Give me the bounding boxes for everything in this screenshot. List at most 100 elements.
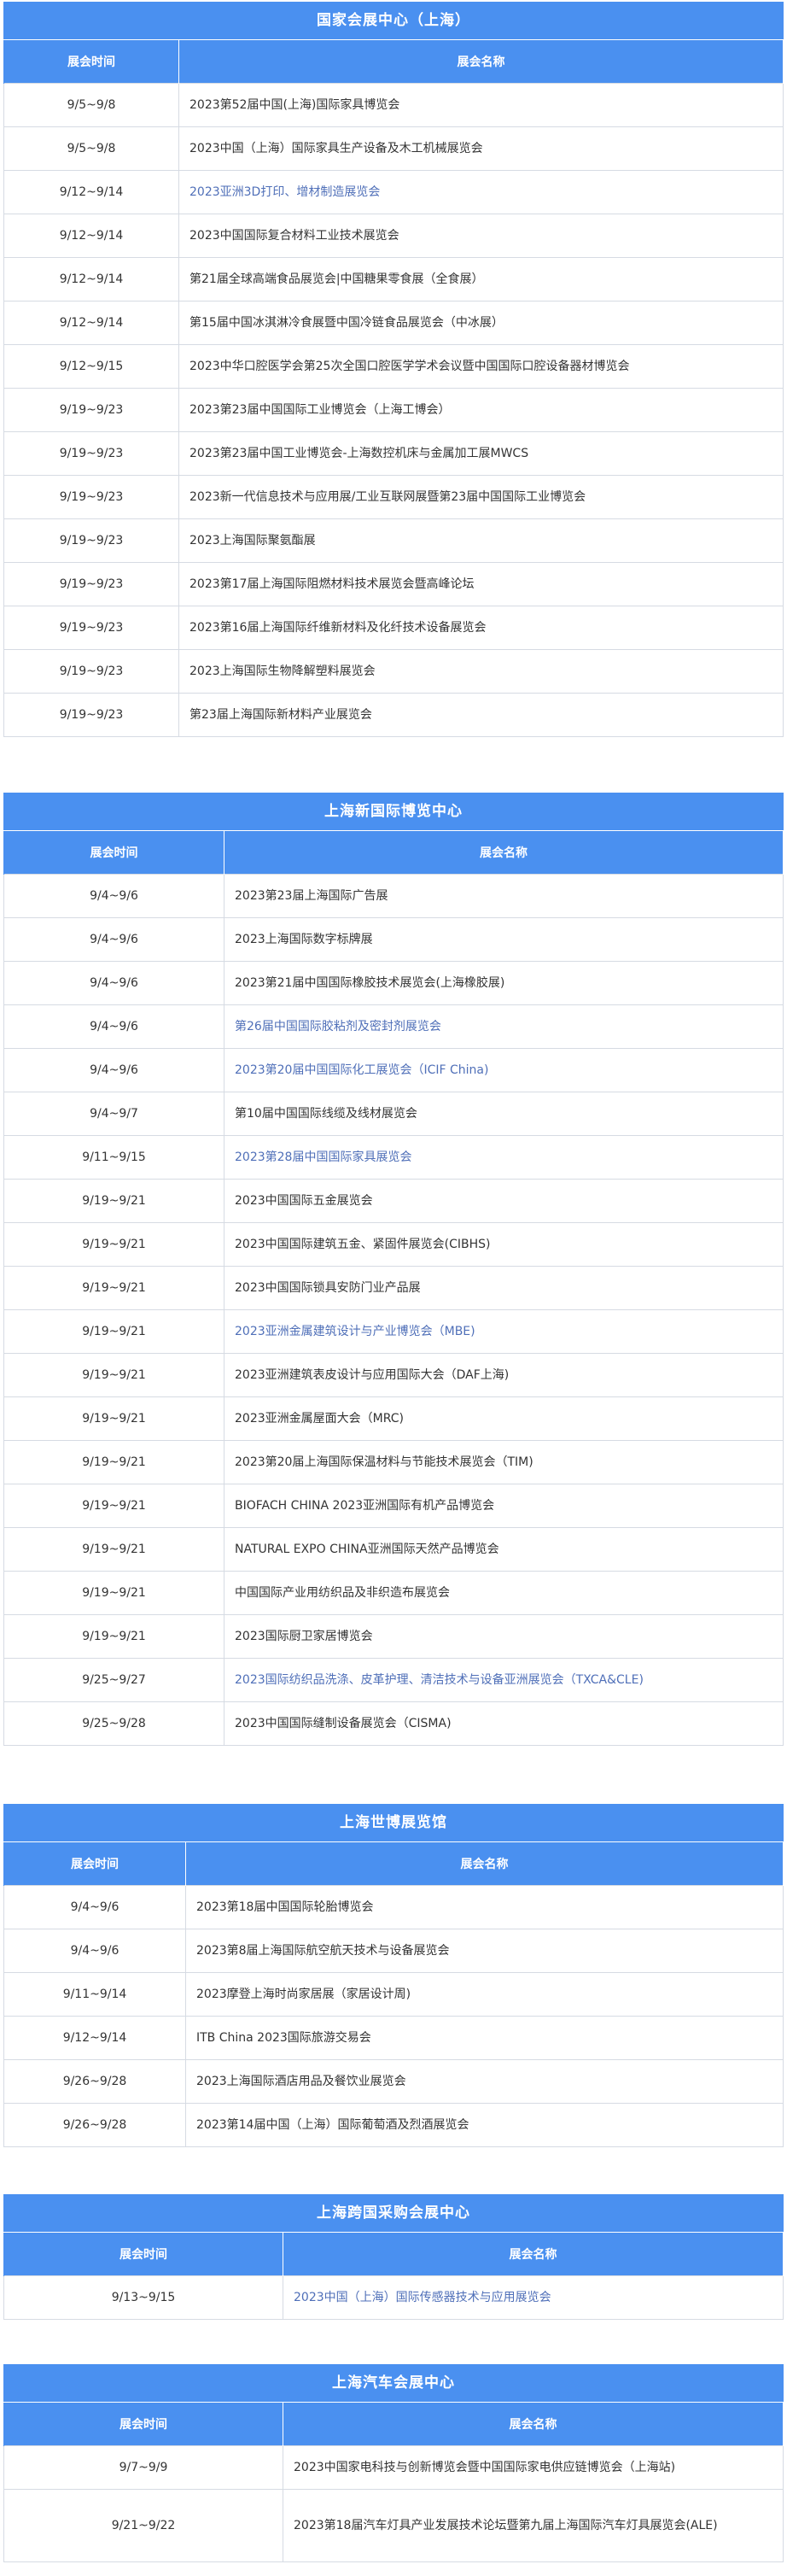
table-row: 9/19~9/21 2023亚洲建筑表皮设计与应用国际大会（DAF上海) xyxy=(3,1353,784,1397)
exhibition-name: 2023第14届中国（上海）国际葡萄酒及烈酒展览会 xyxy=(185,2103,784,2147)
exhibition-name: 2023中国国际锁具安防门业产品展 xyxy=(224,1266,784,1310)
exhibition-date: 9/19~9/23 xyxy=(3,475,179,519)
exhibition-date: 9/26~9/28 xyxy=(3,2059,186,2104)
exhibition-name: 2023中国（上海）国际家具生产设备及木工机械展览会 xyxy=(178,126,784,171)
exhibition-date: 9/19~9/21 xyxy=(3,1571,224,1615)
table-row: 9/19~9/21 2023第20届上海国际保温材料与节能技术展览会（TIM) xyxy=(3,1440,784,1484)
exhibition-date: 9/4~9/6 xyxy=(3,917,224,962)
exhibition-date: 9/4~9/6 xyxy=(3,874,224,918)
exhibition-date: 9/19~9/21 xyxy=(3,1484,224,1528)
header-row: 展会时间 展会名称 xyxy=(3,831,784,875)
exhibition-name: 2023第20届上海国际保温材料与节能技术展览会（TIM) xyxy=(224,1440,784,1484)
exhibition-date: 9/4~9/6 xyxy=(3,1004,224,1049)
exhibition-date: 9/19~9/23 xyxy=(3,649,179,694)
exhibition-name: 第10届中国国际线缆及线材展览会 xyxy=(224,1092,784,1136)
table-row: 9/19~9/23 2023新一代信息技术与应用展/工业互联网展暨第23届中国国际… xyxy=(3,475,784,519)
exhibition-name: 中国国际产业用纺织品及非织造布展览会 xyxy=(224,1571,784,1615)
exhibition-date: 9/4~9/6 xyxy=(3,1885,186,1929)
table-row: 9/25~9/27 2023国际纺织品洗涤、皮革护理、清洁技术与设备亚洲展览会（T… xyxy=(3,1658,784,1702)
exhibition-name: 2023第23届中国工业博览会-上海数控机床与金属加工展MWCS xyxy=(178,431,784,476)
exhibition-date: 9/19~9/21 xyxy=(3,1309,224,1354)
venue-section: 上海跨国采购会展中心 展会时间 展会名称 9/13~9/15 2023中国（上海）国际传… xyxy=(3,2194,784,2320)
exhibition-date: 9/12~9/15 xyxy=(3,344,179,389)
exhibition-date: 9/25~9/28 xyxy=(3,1701,224,1746)
exhibition-date: 9/12~9/14 xyxy=(3,2016,186,2060)
table-row: 9/19~9/21 NATURAL EXPO CHINA亚洲国际天然产品博览会 xyxy=(3,1527,784,1572)
exhibition-name: 2023中国国际复合材料工业技术展览会 xyxy=(178,214,784,258)
exhibition-date: 9/12~9/14 xyxy=(3,170,179,214)
exhibition-name-link[interactable]: 2023亚洲金属建筑设计与产业博览会（MBE) xyxy=(224,1309,784,1354)
exhibition-date: 9/19~9/21 xyxy=(3,1440,224,1484)
table-row: 9/12~9/14 ITB China 2023国际旅游交易会 xyxy=(3,2016,784,2060)
table-row: 9/12~9/14 第15届中国冰淇淋冷食展暨中国冷链食品展览会（中冰展） xyxy=(3,301,784,345)
exhibition-date: 9/12~9/14 xyxy=(3,301,179,345)
table-row: 9/19~9/23 2023第17届上海国际阻燃材料技术展览会暨高峰论坛 xyxy=(3,562,784,606)
venue-title: 上海跨国采购会展中心 xyxy=(3,2194,784,2233)
table-row: 9/4~9/6 2023第21届中国国际橡胶技术展览会(上海橡胶展) xyxy=(3,961,784,1005)
exhibition-name-link[interactable]: 2023中国（上海）国际传感器技术与应用展览会 xyxy=(283,2275,784,2320)
exhibition-date: 9/7~9/9 xyxy=(3,2445,283,2490)
header-row: 展会时间 展会名称 xyxy=(3,2403,784,2446)
venue-title: 上海汽车会展中心 xyxy=(3,2364,784,2403)
table-row: 9/12~9/14 第21届全球高端食品展览会|中国糖果零食展（全食展） xyxy=(3,257,784,302)
table-row: 9/4~9/6 2023上海国际数字标牌展 xyxy=(3,917,784,962)
exhibition-name: 2023新一代信息技术与应用展/工业互联网展暨第23届中国国际工业博览会 xyxy=(178,475,784,519)
column-header-time: 展会时间 xyxy=(3,40,179,84)
column-header-name: 展会名称 xyxy=(283,2403,784,2446)
schedule-table: 展会时间 展会名称 9/4~9/6 2023第23届上海国际广告展 9/4~9/6 202… xyxy=(3,831,784,1746)
table-row: 9/19~9/23 2023上海国际生物降解塑料展览会 xyxy=(3,649,784,694)
exhibition-name-link[interactable]: 2023第20届中国国际化工展览会（ICIF China) xyxy=(224,1048,784,1092)
exhibition-name-link[interactable]: 2023第28届中国国际家具展览会 xyxy=(224,1135,784,1180)
exhibition-name: 2023第23届中国国际工业博览会（上海工博会） xyxy=(178,388,784,432)
exhibition-name: 2023第52届中国(上海)国际家具博览会 xyxy=(178,83,784,127)
table-row: 9/4~9/6 2023第8届上海国际航空航天技术与设备展览会 xyxy=(3,1929,784,1973)
exhibition-date: 9/19~9/23 xyxy=(3,606,179,650)
exhibition-name: 2023第18届汽车灯具产业发展技术论坛暨第九届上海国际汽车灯具展览会(ALE) xyxy=(283,2489,784,2562)
table-row: 9/19~9/23 2023第16届上海国际纤维新材料及化纤技术设备展览会 xyxy=(3,606,784,650)
column-header-name: 展会名称 xyxy=(283,2233,784,2276)
table-row: 9/5~9/8 2023第52届中国(上海)国际家具博览会 xyxy=(3,83,784,127)
exhibition-name: 2023中国家电科技与创新博览会暨中国国际家电供应链博览会（上海站) xyxy=(283,2445,784,2490)
table-row: 9/26~9/28 2023第14届中国（上海）国际葡萄酒及烈酒展览会 xyxy=(3,2103,784,2147)
venue-title: 国家会展中心（上海） xyxy=(3,2,784,40)
table-row: 9/4~9/6 第26届中国国际胶粘剂及密封剂展览会 xyxy=(3,1004,784,1049)
exhibition-name-link[interactable]: 2023亚洲3D打印、增材制造展览会 xyxy=(178,170,784,214)
exhibition-name-link[interactable]: 第26届中国国际胶粘剂及密封剂展览会 xyxy=(224,1004,784,1049)
exhibition-name: ITB China 2023国际旅游交易会 xyxy=(185,2016,784,2060)
exhibition-name-link[interactable]: 2023国际纺织品洗涤、皮革护理、清洁技术与设备亚洲展览会（TXCA&CLE) xyxy=(224,1658,784,1702)
exhibition-date: 9/4~9/7 xyxy=(3,1092,224,1136)
exhibition-name: 2023第8届上海国际航空航天技术与设备展览会 xyxy=(185,1929,784,1973)
table-row: 9/19~9/21 2023中国国际五金展览会 xyxy=(3,1179,784,1223)
exhibition-name: 2023第21届中国国际橡胶技术展览会(上海橡胶展) xyxy=(224,961,784,1005)
exhibition-name: 2023国际厨卫家居博览会 xyxy=(224,1614,784,1659)
exhibition-name: 2023第23届上海国际广告展 xyxy=(224,874,784,918)
exhibition-name: 第15届中国冰淇淋冷食展暨中国冷链食品展览会（中冰展） xyxy=(178,301,784,345)
exhibition-date: 9/19~9/21 xyxy=(3,1222,224,1267)
column-header-name: 展会名称 xyxy=(178,40,784,84)
exhibition-name: 2023中国国际建筑五金、紧固件展览会(CIBHS) xyxy=(224,1222,784,1267)
column-header-time: 展会时间 xyxy=(3,2403,283,2446)
table-row: 9/19~9/21 2023国际厨卫家居博览会 xyxy=(3,1614,784,1659)
exhibition-date: 9/21~9/22 xyxy=(3,2489,283,2562)
column-header-name: 展会名称 xyxy=(224,831,784,875)
table-row: 9/12~9/15 2023中华口腔医学会第25次全国口腔医学学术会议暨中国国际口… xyxy=(3,344,784,389)
exhibition-name: NATURAL EXPO CHINA亚洲国际天然产品博览会 xyxy=(224,1527,784,1572)
column-header-name: 展会名称 xyxy=(185,1842,784,1886)
table-row: 9/12~9/14 2023中国国际复合材料工业技术展览会 xyxy=(3,214,784,258)
exhibition-name: 2023上海国际酒店用品及餐饮业展览会 xyxy=(185,2059,784,2104)
venue-section: 上海汽车会展中心 展会时间 展会名称 9/7~9/9 2023中国家电科技与创新博览会暨… xyxy=(3,2364,784,2562)
exhibition-date: 9/19~9/21 xyxy=(3,1266,224,1310)
table-row: 9/13~9/15 2023中国（上海）国际传感器技术与应用展览会 xyxy=(3,2275,784,2320)
exhibition-date: 9/5~9/8 xyxy=(3,83,179,127)
header-row: 展会时间 展会名称 xyxy=(3,1842,784,1886)
table-row: 9/4~9/6 2023第23届上海国际广告展 xyxy=(3,874,784,918)
exhibition-name: BIOFACH CHINA 2023亚洲国际有机产品博览会 xyxy=(224,1484,784,1528)
table-row: 9/11~9/14 2023摩登上海时尚家居展（家居设计周) xyxy=(3,1972,784,2017)
exhibition-date: 9/19~9/23 xyxy=(3,388,179,432)
table-row: 9/19~9/21 2023中国国际建筑五金、紧固件展览会(CIBHS) xyxy=(3,1222,784,1267)
venue-section: 国家会展中心（上海） 展会时间 展会名称 9/5~9/8 2023第52届中国(上海)国… xyxy=(3,2,784,737)
schedule-table: 展会时间 展会名称 9/7~9/9 2023中国家电科技与创新博览会暨中国国际家电供应… xyxy=(3,2403,784,2562)
table-row: 9/4~9/6 2023第18届中国国际轮胎博览会 xyxy=(3,1885,784,1929)
table-row: 9/26~9/28 2023上海国际酒店用品及餐饮业展览会 xyxy=(3,2059,784,2104)
exhibition-date: 9/11~9/15 xyxy=(3,1135,224,1180)
